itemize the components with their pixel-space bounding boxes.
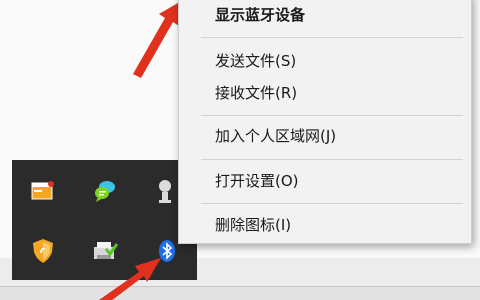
taskbar-edge	[0, 286, 480, 300]
menu-separator	[201, 159, 463, 160]
menu-item-open-settings[interactable]: 打开设置(O)	[215, 167, 299, 193]
device-icon[interactable]	[150, 176, 180, 206]
menu-item-receive-file[interactable]: 接收文件(R)	[215, 79, 297, 105]
menu-separator	[201, 203, 463, 204]
menu-item-show-bluetooth-devices[interactable]: 显示蓝牙设备	[215, 1, 305, 27]
menu-item-send-file[interactable]: 发送文件(S)	[215, 47, 296, 73]
menu-separator	[201, 115, 463, 116]
annotation-arrow-bottom	[99, 258, 161, 300]
bluetooth-context-menu: 显示蓝牙设备 发送文件(S) 接收文件(R) 加入个人区域网(J) 打开设置(O…	[178, 0, 472, 244]
menu-separator	[201, 37, 463, 38]
window-app-icon[interactable]	[28, 176, 58, 206]
menu-item-remove-icon[interactable]: 删除图标(I)	[215, 211, 291, 237]
chat-bubbles-icon[interactable]	[90, 176, 120, 206]
shield-icon[interactable]	[28, 236, 58, 266]
menu-item-join-personal-area-network[interactable]: 加入个人区域网(J)	[215, 122, 336, 148]
